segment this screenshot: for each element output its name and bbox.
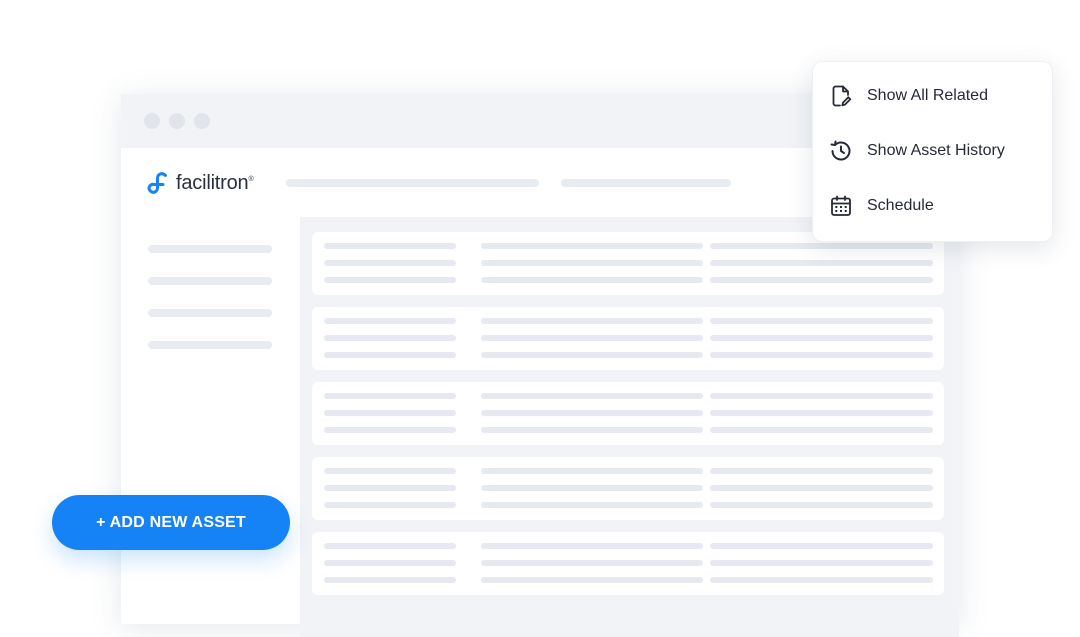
sidebar-placeholder	[148, 309, 272, 317]
sidebar-placeholder	[148, 341, 272, 349]
menu-item-schedule[interactable]: Schedule	[813, 186, 1052, 226]
calendar-icon	[829, 194, 853, 218]
asset-list	[300, 217, 959, 637]
menu-item-show-all-related[interactable]: Show All Related	[813, 76, 1052, 116]
sidebar-placeholder	[148, 277, 272, 285]
add-new-asset-button[interactable]: + ADD NEW ASSET	[52, 495, 290, 550]
nav-placeholder	[286, 179, 539, 187]
window-dot-icon[interactable]	[144, 113, 160, 129]
history-icon	[829, 139, 853, 163]
menu-item-show-asset-history[interactable]: Show Asset History	[813, 131, 1052, 171]
facilitron-logo-icon	[146, 170, 172, 196]
asset-card-placeholder[interactable]	[312, 457, 944, 520]
asset-card-placeholder[interactable]	[312, 307, 944, 370]
nav-placeholder	[561, 179, 731, 187]
brand-logo[interactable]: facilitron®	[146, 168, 254, 198]
window-dot-icon[interactable]	[194, 113, 210, 129]
trademark-symbol: ®	[248, 175, 254, 183]
asset-card-placeholder[interactable]	[312, 532, 944, 595]
window-dot-icon[interactable]	[169, 113, 185, 129]
asset-card-placeholder[interactable]	[312, 382, 944, 445]
menu-item-label: Show Asset History	[867, 142, 1005, 159]
brand-name: facilitron®	[176, 171, 254, 194]
sidebar-placeholder	[148, 245, 272, 253]
menu-item-label: Schedule	[867, 197, 934, 214]
document-edit-icon	[829, 84, 853, 108]
asset-context-menu: Show All Related Show Asset History Sche…	[812, 61, 1053, 242]
menu-item-label: Show All Related	[867, 87, 988, 104]
